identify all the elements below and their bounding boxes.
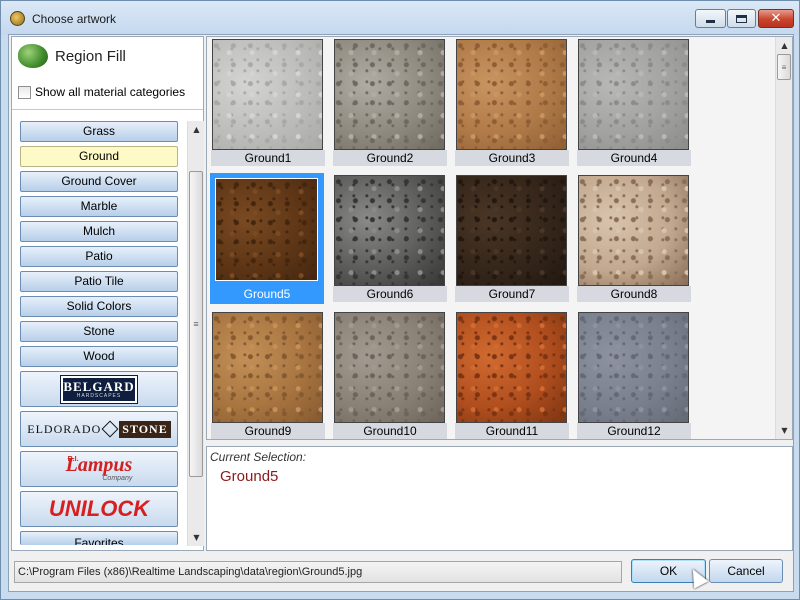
- tile-label: Ground1: [211, 150, 325, 166]
- eldorado-logo: ELDORADO STONE: [27, 420, 171, 438]
- dialog-body: Region Fill Show all material categories…: [8, 34, 794, 592]
- texture-thumbnail: [578, 312, 689, 423]
- artwork-tile[interactable]: Ground7: [455, 173, 569, 304]
- category-ground-cover[interactable]: Ground Cover: [20, 171, 178, 192]
- texture-thumbnail: [334, 312, 445, 423]
- show-all-label: Show all material categories: [35, 85, 186, 99]
- category-marble[interactable]: Marble: [20, 196, 178, 217]
- scroll-up-icon[interactable]: ▲: [188, 121, 205, 138]
- texture-thumbnail: [334, 39, 445, 150]
- cancel-button[interactable]: Cancel: [709, 559, 783, 583]
- app-icon: [10, 11, 25, 26]
- texture-thumbnail: [578, 39, 689, 150]
- artwork-tile[interactable]: Ground6: [333, 173, 447, 304]
- artwork-tile[interactable]: Ground10: [333, 310, 447, 441]
- brand-eldorado-button[interactable]: ELDORADO STONE: [20, 411, 178, 447]
- tile-label: Ground9: [211, 423, 325, 439]
- artwork-tile[interactable]: Ground5: [210, 173, 324, 304]
- scroll-down-icon[interactable]: ▼: [776, 422, 793, 439]
- scroll-thumb[interactable]: ≡: [777, 54, 791, 80]
- close-icon: ✕: [770, 11, 782, 26]
- tile-label: Ground4: [577, 150, 691, 166]
- category-stone[interactable]: Stone: [20, 321, 178, 342]
- scroll-thumb[interactable]: ≡: [189, 171, 203, 477]
- texture-thumbnail: [456, 39, 567, 150]
- maximize-icon: [736, 14, 747, 23]
- artwork-tile[interactable]: Ground1: [211, 37, 325, 168]
- tile-label: Ground6: [333, 286, 447, 302]
- belgard-sub: HARDSCAPES: [76, 392, 122, 399]
- tile-label: Ground2: [333, 150, 447, 166]
- unilock-logo: UNILOCK: [48, 496, 150, 521]
- tile-label: Ground3: [455, 150, 569, 166]
- artwork-tile[interactable]: Ground9: [211, 310, 325, 441]
- window-title: Choose artwork: [32, 12, 117, 26]
- texture-thumbnail: [456, 312, 567, 423]
- shrub-icon: [18, 44, 48, 68]
- category-wood[interactable]: Wood: [20, 346, 178, 367]
- choose-artwork-dialog: Choose artwork ✕ Region Fill Show all ma…: [0, 0, 800, 600]
- brand-unilock-button[interactable]: UNILOCK: [20, 491, 178, 527]
- artwork-tile[interactable]: Ground2: [333, 37, 447, 168]
- texture-thumbnail: [456, 175, 567, 286]
- artwork-tile[interactable]: Ground12: [577, 310, 691, 441]
- texture-thumbnail: [215, 178, 318, 281]
- scroll-up-icon[interactable]: ▲: [776, 37, 793, 54]
- lampus-company: Company: [102, 475, 133, 482]
- texture-thumbnail: [212, 312, 323, 423]
- divider: [12, 109, 203, 110]
- lampus-logo: R.I. Lampus Company: [65, 454, 133, 482]
- category-scrollbar[interactable]: ▲ ≡ ▼: [187, 121, 204, 546]
- close-button[interactable]: ✕: [758, 9, 794, 28]
- region-title: Region Fill: [55, 48, 126, 65]
- diamond-icon: [101, 420, 119, 438]
- eldorado-stone: STONE: [119, 420, 171, 438]
- tile-label: Ground8: [577, 286, 691, 302]
- artwork-grid: Ground1 Ground2 Ground3 Ground4 Ground5 …: [206, 36, 793, 440]
- category-panel: Region Fill Show all material categories…: [11, 36, 204, 551]
- current-selection-value: Ground5: [220, 468, 279, 485]
- tile-label: Ground5: [210, 286, 324, 302]
- title-bar: Choose artwork ✕: [1, 1, 799, 35]
- belgard-logo: BELGARD HARDSCAPES: [60, 374, 138, 404]
- artwork-tile[interactable]: Ground3: [455, 37, 569, 168]
- minimize-icon: [706, 20, 715, 23]
- texture-thumbnail: [334, 175, 445, 286]
- current-selection-label: Current Selection:: [210, 450, 307, 464]
- texture-thumbnail: [578, 175, 689, 286]
- artwork-tile[interactable]: Ground4: [577, 37, 691, 168]
- category-favorites[interactable]: Favorites: [20, 531, 178, 545]
- tile-label: Ground11: [455, 423, 569, 439]
- tile-label: Ground10: [333, 423, 447, 439]
- artwork-tile[interactable]: Ground8: [577, 173, 691, 304]
- category-solid-colors[interactable]: Solid Colors: [20, 296, 178, 317]
- brand-belgard-button[interactable]: BELGARD HARDSCAPES: [20, 371, 178, 407]
- artwork-scrollbar[interactable]: ▲ ≡ ▼: [775, 37, 792, 439]
- artwork-tile[interactable]: Ground11: [455, 310, 569, 441]
- belgard-name: BELGARD: [63, 378, 135, 394]
- tile-label: Ground7: [455, 286, 569, 302]
- lampus-name: Lampus: [65, 454, 133, 476]
- texture-thumbnail: [212, 39, 323, 150]
- scroll-down-icon[interactable]: ▼: [188, 529, 205, 546]
- show-all-categories[interactable]: Show all material categories: [18, 84, 185, 100]
- tile-label: Ground12: [577, 423, 691, 439]
- category-ground[interactable]: Ground: [20, 146, 178, 167]
- category-grass[interactable]: Grass: [20, 121, 178, 142]
- current-selection-panel: Current Selection: Ground5: [206, 446, 793, 551]
- maximize-button[interactable]: [727, 9, 756, 28]
- category-patio[interactable]: Patio: [20, 246, 178, 267]
- region-header: Region Fill: [12, 37, 203, 76]
- show-all-checkbox[interactable]: [18, 85, 31, 99]
- file-path-field: C:\Program Files (x86)\Realtime Landscap…: [14, 561, 622, 583]
- category-patio-tile[interactable]: Patio Tile: [20, 271, 178, 292]
- category-mulch[interactable]: Mulch: [20, 221, 178, 242]
- eldorado-name: ELDORADO: [27, 421, 102, 436]
- brand-lampus-button[interactable]: R.I. Lampus Company: [20, 451, 178, 487]
- minimize-button[interactable]: [695, 9, 726, 28]
